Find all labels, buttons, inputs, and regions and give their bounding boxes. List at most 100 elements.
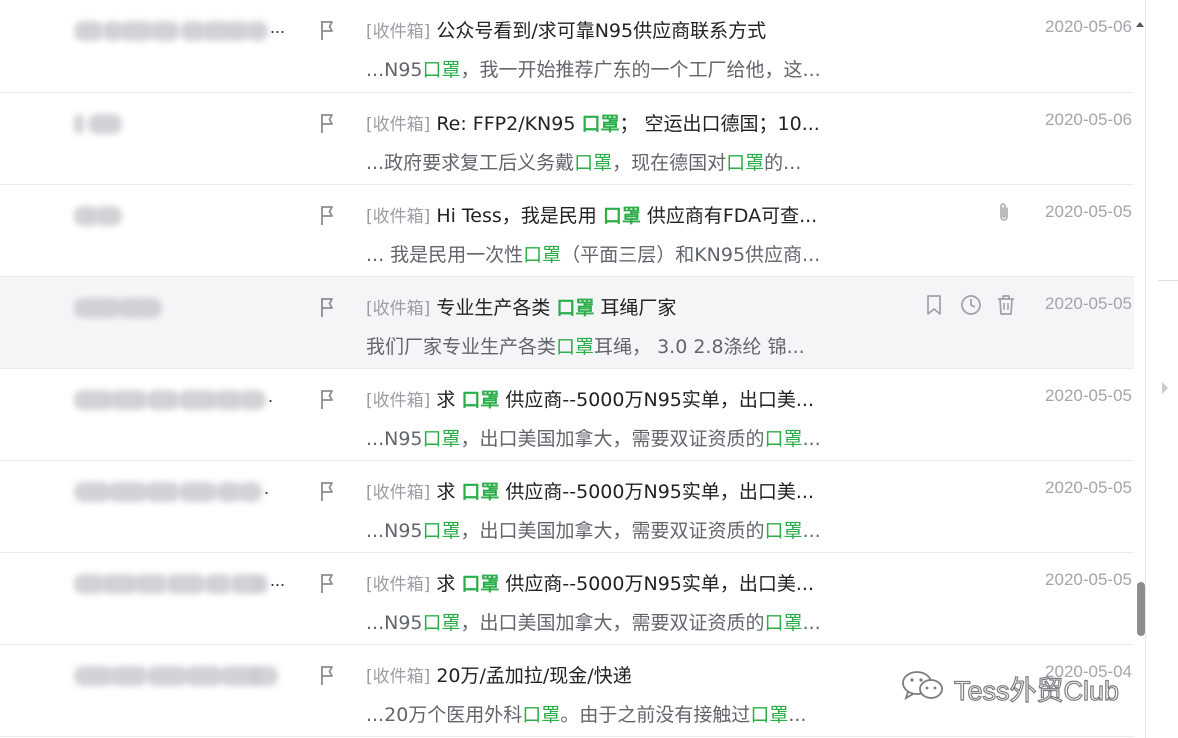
keyword-highlight: 口罩	[522, 704, 561, 726]
mail-row[interactable]: ... [收件箱] 公众号看到/求可靠N95供应商联系方式 ...N95口罩，我一开…	[0, 0, 1134, 93]
keyword-highlight: 口罩	[523, 244, 562, 266]
preview-text: 的...	[764, 152, 802, 174]
subject-text: 供应商--5000万N95实单，出口美...	[499, 481, 814, 503]
preview-text: 。由于之前没有接触过	[560, 704, 751, 726]
mail-preview: ...N95口罩，出口美国加拿大，需要双证资质的口罩...	[366, 424, 821, 451]
attachment-icon	[997, 202, 1011, 228]
subject-text: 供应商有FDA可查...	[640, 205, 818, 227]
keyword-highlight: 口罩	[422, 428, 461, 450]
keyword-highlight: 口罩	[422, 612, 461, 634]
mail-date: 2020-05-05	[1045, 386, 1132, 405]
mail-subject-line: [收件箱] 求 口罩 供应商--5000万N95实单，出口美...	[366, 477, 814, 504]
subject-text: 20万/孟加拉/现金/快递	[436, 665, 632, 687]
mail-date: 2020-05-05	[1045, 202, 1132, 221]
keyword-highlight: 口罩	[764, 612, 803, 634]
keyword-highlight: 口罩	[581, 113, 620, 135]
wechat-icon	[900, 669, 946, 707]
preview-text: ...20万个医用外科	[366, 704, 523, 726]
flag-icon[interactable]	[319, 388, 339, 410]
sender-name-blurred: .	[74, 478, 284, 502]
scroll-up-arrow-icon[interactable]	[1134, 14, 1146, 27]
sender-name-blurred: .	[74, 386, 284, 410]
keyword-highlight: 口罩	[461, 573, 500, 595]
preview-text: ，现在德国对	[612, 152, 727, 174]
subject-text: 耳绳厂家	[594, 297, 677, 319]
sender-truncation: .	[264, 478, 270, 498]
folder-label: [收件箱]	[366, 483, 431, 503]
mail-subject-line: [收件箱] 求 口罩 供应商--5000万N95实单，出口美...	[366, 385, 814, 412]
mail-row[interactable]: . [收件箱] 求 口罩 供应商--5000万N95实单，出口美... ...N95…	[0, 461, 1134, 553]
mail-date: 2020-05-06	[1045, 17, 1132, 36]
mail-preview: ...政府要求复工后义务戴口罩，现在德国对口罩的...	[366, 148, 801, 175]
preview-text: ，出口美国加拿大，需要双证资质的	[460, 428, 765, 450]
mail-preview: ...N95口罩，出口美国加拿大，需要双证资质的口罩...	[366, 516, 821, 543]
keyword-highlight: 口罩	[556, 336, 595, 358]
mail-list: ... [收件箱] 公众号看到/求可靠N95供应商联系方式 ...N95口罩，我一开…	[0, 0, 1134, 737]
preview-text: 耳绳， 3.0 2.8涤纶 锦...	[594, 336, 805, 358]
mail-row[interactable]: ... [收件箱] 求 口罩 供应商--5000万N95实单，出口美... ...N…	[0, 553, 1134, 645]
flag-icon[interactable]	[319, 572, 339, 594]
mail-preview: ...20万个医用外科口罩。由于之前没有接触过口罩...	[366, 700, 806, 727]
sender-name-blurred	[74, 298, 284, 318]
subject-text: 求	[436, 573, 462, 595]
sender-name-blurred	[74, 206, 284, 226]
subject-text: ； 空运出口德国；10...	[619, 113, 820, 135]
mail-subject-line: [收件箱] 20万/孟加拉/现金/快递	[366, 661, 632, 688]
flag-icon[interactable]	[319, 204, 339, 226]
mail-subject-line: [收件箱] 专业生产各类 口罩 耳绳厂家	[366, 293, 676, 320]
subject-text: 求	[436, 389, 462, 411]
folder-label: [收件箱]	[366, 667, 431, 687]
preview-text: ，出口美国加拿大，需要双证资质的	[460, 612, 765, 634]
keyword-highlight: 口罩	[574, 152, 613, 174]
preview-text: ...N95	[366, 520, 423, 542]
watermark-text: Tess外贸Club	[953, 675, 1120, 706]
keyword-highlight: 口罩	[422, 59, 461, 81]
preview-text: ，我一开始推荐广东的一个工厂给他，这...	[460, 59, 821, 81]
flag-icon[interactable]	[319, 296, 339, 318]
preview-text: 我们厂家专业生产各类	[366, 336, 557, 358]
clock-icon[interactable]	[960, 294, 982, 316]
folder-label: [收件箱]	[366, 299, 431, 319]
flag-icon[interactable]	[319, 664, 339, 686]
keyword-highlight: 口罩	[764, 520, 803, 542]
mail-row[interactable]: [收件箱] Hi Tess，我是民用 口罩 供应商有FDA可查... ... 我是…	[0, 185, 1134, 277]
keyword-highlight: 口罩	[556, 297, 595, 319]
mail-preview: 我们厂家专业生产各类口罩耳绳， 3.0 2.8涤纶 锦...	[366, 332, 805, 359]
sender-truncation: ...	[270, 17, 286, 37]
preview-text: ...N95	[366, 612, 423, 634]
scrollbar-thumb[interactable]	[1137, 582, 1145, 636]
mail-preview: ...N95口罩，我一开始推荐广东的一个工厂给他，这...	[366, 55, 821, 82]
keyword-highlight: 口罩	[602, 205, 641, 227]
preview-text: ...	[802, 428, 821, 450]
folder-label: [收件箱]	[366, 207, 431, 227]
bookmark-icon[interactable]	[924, 294, 946, 316]
mail-preview: ... 我是民用一次性口罩（平面三层）和KN95供应商...	[366, 240, 820, 267]
subject-text: 专业生产各类	[436, 297, 557, 319]
folder-label: [收件箱]	[366, 391, 431, 411]
preview-text: ...	[802, 612, 821, 634]
mail-subject-line: [收件箱] 求 口罩 供应商--5000万N95实单，出口美...	[366, 569, 814, 596]
panel-collapse-arrow-icon[interactable]	[1160, 380, 1170, 400]
subject-text: 公众号看到/求可靠N95供应商联系方式	[436, 20, 767, 42]
mail-subject-line: [收件箱] Hi Tess，我是民用 口罩 供应商有FDA可查...	[366, 201, 817, 228]
trash-icon[interactable]	[996, 294, 1018, 316]
subject-text: 供应商--5000万N95实单，出口美...	[499, 573, 814, 595]
panel-separator	[1158, 280, 1178, 281]
sender-name-blurred	[74, 666, 284, 686]
preview-text: （平面三层）和KN95供应商...	[561, 244, 821, 266]
keyword-highlight: 口罩	[422, 520, 461, 542]
mail-subject-line: [收件箱] Re: FFP2/KN95 口罩； 空运出口德国；10...	[366, 109, 820, 136]
flag-icon[interactable]	[319, 480, 339, 502]
mail-date: 2020-05-05	[1045, 294, 1132, 313]
sender-truncation: ...	[270, 570, 286, 590]
mail-subject-line: [收件箱] 公众号看到/求可靠N95供应商联系方式	[366, 16, 766, 43]
sender-name-blurred: ...	[74, 17, 285, 41]
flag-icon[interactable]	[319, 19, 339, 41]
mail-row[interactable]: [收件箱] 专业生产各类 口罩 耳绳厂家 我们厂家专业生产各类口罩耳绳， 3.0 …	[0, 277, 1134, 369]
mail-row[interactable]: [收件箱] Re: FFP2/KN95 口罩； 空运出口德国；10... ...政…	[0, 93, 1134, 185]
mail-row[interactable]: . [收件箱] 求 口罩 供应商--5000万N95实单，出口美... ...N95…	[0, 369, 1134, 461]
preview-text: ...N95	[366, 428, 423, 450]
preview-text: ...政府要求复工后义务戴	[366, 152, 575, 174]
flag-icon[interactable]	[319, 112, 339, 134]
folder-label: [收件箱]	[366, 115, 431, 135]
